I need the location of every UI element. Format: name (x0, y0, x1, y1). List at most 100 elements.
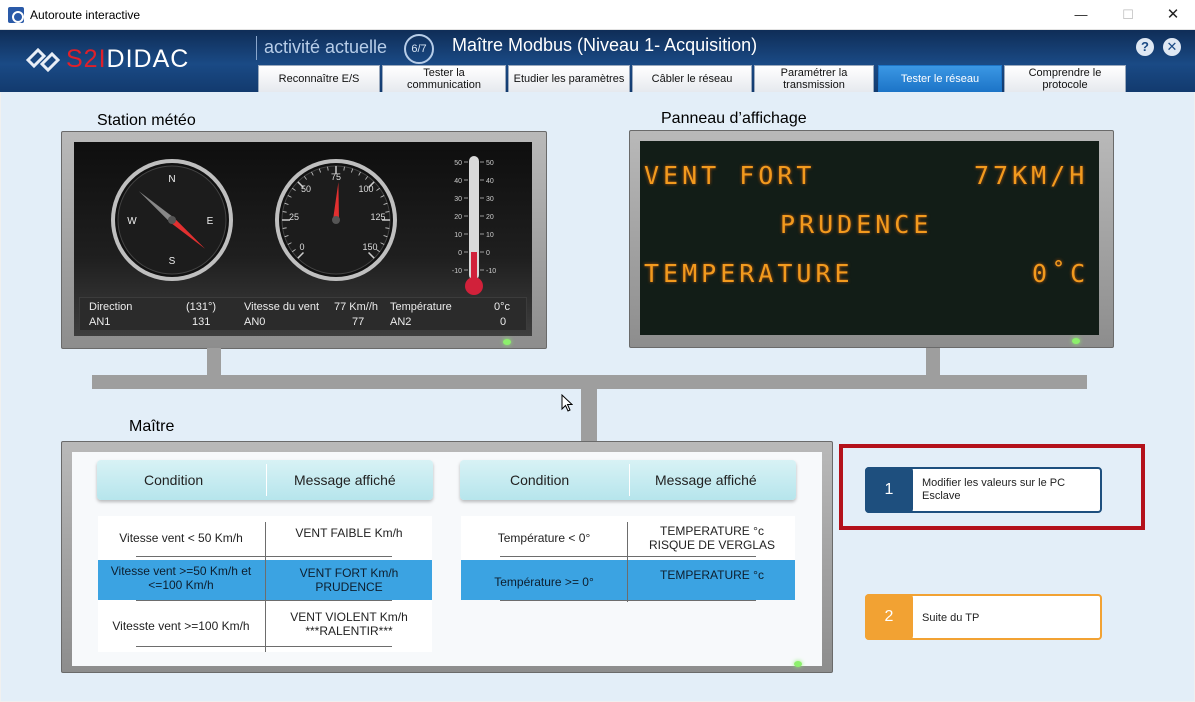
next-step-button[interactable]: 2 Suite du TP (865, 594, 1102, 640)
master-status-led (794, 661, 802, 667)
thermo-scale-label: 30 (454, 196, 462, 203)
wind-col-message: Message affiché (294, 472, 396, 488)
wind-row-divider-1 (136, 556, 392, 557)
an0-value: 77 (352, 316, 365, 328)
temp-row-1: Température < 0° TEMPERATURE °c RISQUE D… (461, 516, 795, 560)
logo-text: S2IDIDAC (66, 45, 190, 73)
header-separator (256, 36, 257, 60)
an1-label: AN1 (89, 316, 111, 328)
panel-line3-right: 0˚C (1032, 259, 1090, 288)
wind-table-header: Condition Message affiché (97, 460, 433, 500)
thermo-scale-label: 20 (486, 214, 494, 221)
station-title: Station météo (97, 112, 196, 129)
minimize-button[interactable]: — (1058, 0, 1104, 30)
maximize-button[interactable]: ☐ (1105, 0, 1151, 30)
speed-value: 77 Km//h (334, 301, 379, 313)
activity-label: activité actuelle (264, 37, 388, 57)
window-titlebar: Autoroute interactive — ☐ ✕ (0, 0, 1195, 30)
speed-tick-75: 75 (331, 172, 341, 182)
station-screen: N E S W 0 25 50 75 100 125 150 50 50 40 … (74, 142, 532, 336)
wind-row-2-condition: Vitesse vent >=50 Km/h et <=100 Km/h (110, 564, 252, 592)
temp-row-divider-2 (500, 600, 756, 601)
thermo-scale-label: 10 (454, 232, 462, 239)
temp-row-2-condition: Température >= 0° (494, 575, 594, 589)
network-bus (92, 375, 1087, 389)
tab-tester-reseau[interactable]: Tester le réseau (878, 65, 1002, 92)
temp-row-1-condition: Température < 0° (497, 531, 591, 545)
tab-cabler-reseau[interactable]: Câbler le réseau (632, 65, 752, 92)
step-1-badge: 1 (865, 467, 913, 513)
wind-row-3-message: VENT VIOLENT Km/h ***RALENTIR*** (290, 610, 408, 638)
thermo-scale-label: 10 (486, 232, 494, 239)
panel-status-led (1072, 338, 1080, 344)
speed-label: Vitesse du vent (244, 301, 320, 313)
thermo-scale-label: 20 (454, 214, 462, 221)
wind-col-condition: Condition (144, 472, 204, 488)
modify-values-button[interactable]: 1 Modifier les valeurs sur le PC Esclave (865, 467, 1102, 513)
bus-drop-station (207, 348, 221, 376)
mouse-cursor-icon (561, 394, 573, 412)
wind-header-divider (266, 464, 267, 496)
wind-row-divider-2 (136, 600, 392, 601)
speed-tick-150: 150 (362, 242, 377, 252)
thermo-scale-label: 0 (486, 250, 490, 257)
wind-row-divider-3 (136, 646, 392, 647)
step-2-badge: 2 (865, 594, 913, 640)
tab-reconnaitre[interactable]: Reconnaître E/S (258, 65, 380, 92)
compass-label-e: E (207, 216, 214, 227)
display-panel-monitor: VENT FORT 77KM/H PRUDENCE TEMPERATURE 0˚… (629, 130, 1114, 348)
panel-line1-left: VENT FORT (644, 161, 816, 190)
compass-gauge: N E S W (111, 159, 233, 281)
module-title: Maître Modbus (Niveau 1- Acquisition) (452, 35, 758, 55)
temp-row-1-message: TEMPERATURE °c RISQUE DE VERGLAS (648, 524, 776, 552)
app-icon (8, 7, 24, 23)
thermo-scale-label: 40 (454, 178, 462, 185)
speed-tick-125: 125 (370, 212, 385, 222)
station-readout: Direction (131°) AN1 131 Vitesse du vent… (79, 297, 527, 331)
compass-label-s: S (169, 256, 176, 267)
thermo-scale-label: 30 (486, 196, 494, 203)
thermo-scale-label: -10 (486, 268, 496, 275)
panel-title: Panneau d’affichage (661, 110, 807, 127)
temp-table-header: Condition Message affiché (460, 460, 796, 500)
temp-value: 0°c (494, 301, 511, 313)
wind-row-1-condition: Vitesse vent < 50 Km/h (119, 531, 243, 545)
wind-col-divider (265, 522, 266, 652)
station-status-led (503, 339, 511, 345)
logo-mark-icon (25, 47, 61, 73)
thermo-scale-label: -10 (452, 268, 462, 275)
tab-parametrer-transmission[interactable]: Paramétrer la transmission (754, 65, 874, 92)
bus-drop-panel (926, 348, 940, 376)
wind-row-2-message: VENT FORT Km/h PRUDENCE (299, 566, 399, 594)
step-indicator: 6/7 (404, 34, 434, 64)
temp-header-divider (629, 464, 630, 496)
temp-label: Température (390, 301, 452, 313)
temp-row-2-message: TEMPERATURE °c (660, 568, 764, 582)
panel-line1-right: 77KM/H (974, 161, 1089, 190)
thermo-scale-label: 50 (454, 160, 462, 167)
temp-col-divider (627, 522, 628, 602)
station-monitor: N E S W 0 25 50 75 100 125 150 50 50 40 … (61, 131, 547, 349)
an0-label: AN0 (244, 316, 266, 328)
tab-tester-communication[interactable]: Tester la communication (382, 65, 506, 92)
tab-etudier-parametres[interactable]: Etudier les paramètres (508, 65, 630, 92)
compass-label-n: N (168, 174, 175, 185)
window-close-button[interactable]: ✕ (1150, 0, 1195, 30)
wind-row-3-condition: Vitesste vent >=100 Km/h (112, 619, 250, 633)
modify-values-label: Modifier les valeurs sur le PC Esclave (922, 477, 1066, 502)
display-panel-screen: VENT FORT 77KM/H PRUDENCE TEMPERATURE 0˚… (640, 141, 1099, 335)
help-icon[interactable]: ? (1136, 38, 1154, 56)
master-title: Maître (129, 418, 175, 435)
speed-tick-100: 100 (358, 184, 373, 194)
speed-tick-25: 25 (289, 212, 299, 222)
an2-label: AN2 (390, 316, 412, 328)
thermo-scale-label: 40 (486, 178, 494, 185)
bus-drop-master (581, 389, 597, 441)
logo: S2IDIDAC (24, 42, 204, 78)
thermo-scale-label: 50 (486, 160, 494, 167)
compass-label-w: W (127, 216, 137, 227)
close-icon[interactable]: ✕ (1163, 38, 1181, 56)
tab-comprendre-protocole[interactable]: Comprendre le protocole (1004, 65, 1126, 92)
next-step-label: Suite du TP (922, 612, 980, 624)
thermo-scale-label: 0 (458, 250, 462, 257)
